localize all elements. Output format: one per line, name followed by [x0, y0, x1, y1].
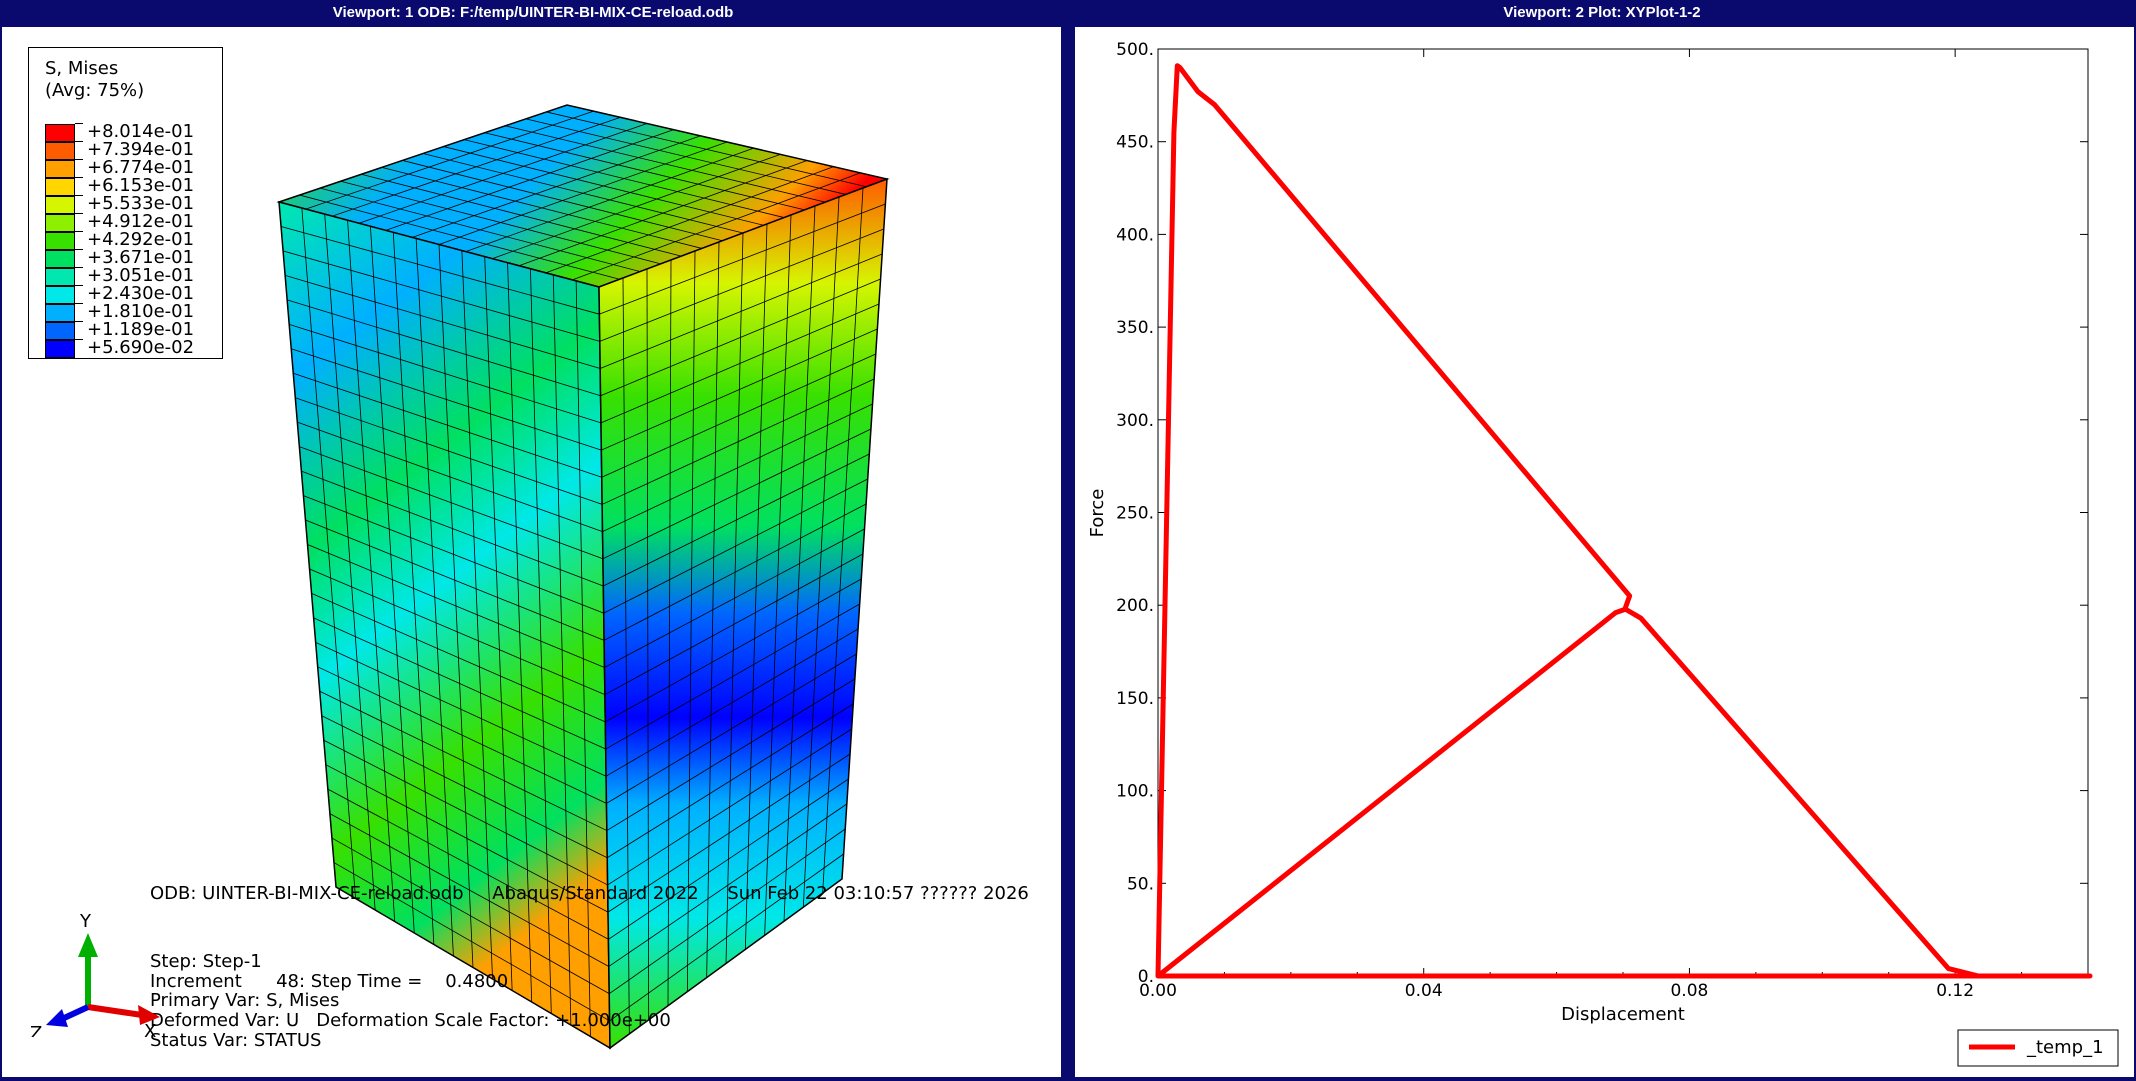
legend-value-label: +5.690e-02: [87, 337, 195, 358]
increment-text: Increment 48: Step Time = 0.4800: [150, 971, 509, 992]
odb-info-line: ODB: UINTER-BI-MIX-CE-reload.odb Abaqus/…: [150, 883, 1029, 904]
legend-color-swatch: [45, 178, 75, 196]
plot-frame: [1157, 48, 2089, 977]
y-axis-ticks: 0. 50. 100. 150. 200. 250. 300. 350. 400. 450. 500…: [1116, 40, 2088, 987]
legend-tick: [75, 213, 83, 214]
y-tick-label: 500.: [1116, 40, 1154, 60]
viewport-2[interactable]: 0.00 0.04 0.08 0.12 0. 50. 100. 150. 200. 250. 30…: [1075, 27, 2134, 1077]
legend-color-swatch: [45, 196, 75, 214]
deformed-var-text: Deformed Var: U Deformation Scale Factor…: [150, 1010, 671, 1031]
y-tick-label: 200.: [1116, 596, 1154, 616]
triad-z-label: Z: [30, 1023, 42, 1037]
y-tick-label: 450.: [1116, 133, 1154, 153]
y-tick-label: 150.: [1116, 689, 1154, 709]
y-tick-label: 250.: [1116, 504, 1154, 524]
legend-color-swatch: [45, 142, 75, 160]
y-tick-label: 0.: [1138, 967, 1154, 987]
y-tick-label: 350.: [1116, 318, 1154, 338]
y-tick-label: 400.: [1116, 225, 1154, 245]
legend-title: S, Mises: [45, 58, 119, 79]
legend-tick: [75, 141, 83, 142]
legend-tick: [75, 321, 83, 322]
y-tick-label: 300.: [1116, 411, 1154, 431]
legend-tick: [75, 177, 83, 178]
legend-subtitle: (Avg: 75%): [45, 80, 145, 101]
y-tick-label: 100.: [1116, 782, 1154, 802]
triad-x-label: X: [144, 1021, 156, 1037]
x-axis-label: Displacement: [1561, 1004, 1685, 1025]
legend-color-swatch: [45, 250, 75, 268]
legend-tick: [75, 339, 83, 340]
legend-color-swatch: [45, 124, 75, 142]
legend-tick: [75, 231, 83, 232]
triad-y-label: Y: [79, 911, 92, 932]
legend-color-swatch: [45, 160, 75, 178]
y-axis-label: Force: [1087, 489, 1108, 538]
primary-var-text: Primary Var: S, Mises: [150, 990, 340, 1011]
axis-triad: Y X Z: [30, 911, 160, 1037]
viewport-1-title: Viewport: 1 ODB: F:/temp/UINTER-BI-MIX-C…: [332, 4, 734, 21]
legend-color-swatch: [45, 286, 75, 304]
series-temp-1-line[interactable]: [1155, 63, 2093, 979]
legend-tick: [75, 159, 83, 160]
viewport-2-title: Viewport: 2 Plot: XYPlot-1-2: [1503, 4, 1701, 21]
legend-tick: [75, 267, 83, 268]
viewport-1[interactable]: S, Mises (Avg: 75%) +8.014e-01 +7.394e-01…: [2, 27, 1061, 1077]
xy-plot[interactable]: 0.00 0.04 0.08 0.12 0.50.100.150.200.250.30…: [1075, 27, 2134, 1077]
legend-tick: [75, 303, 83, 304]
status-var-text: Status Var: STATUS: [150, 1030, 322, 1051]
legend-series-label: _temp_1: [2026, 1037, 2104, 1058]
legend-color-swatch: [45, 268, 75, 286]
legend-tick: [75, 123, 83, 124]
step-text: Step: Step-1: [150, 951, 262, 972]
legend-color-swatch: [45, 340, 75, 358]
x-tick-label: 0.08: [1670, 981, 1708, 1001]
legend-color-swatch: [45, 322, 75, 340]
y-tick-label: 50.: [1127, 874, 1154, 894]
x-tick-label: 0.12: [1936, 981, 1974, 1001]
x-axis-ticks: 0.00 0.04 0.08 0.12: [1139, 49, 2089, 1001]
legend-tick: [75, 249, 83, 250]
legend-color-swatch: [45, 214, 75, 232]
plot-legend[interactable]: _temp_1: [1957, 1029, 2119, 1067]
legend-color-swatch: [45, 304, 75, 322]
legend-tick: [75, 285, 83, 286]
x-tick-label: 0.04: [1405, 981, 1443, 1001]
legend-tick: [75, 195, 83, 196]
contour-legend[interactable]: S, Mises (Avg: 75%) +8.014e-01 +7.394e-01…: [28, 47, 223, 359]
legend-color-swatch: [45, 232, 75, 250]
